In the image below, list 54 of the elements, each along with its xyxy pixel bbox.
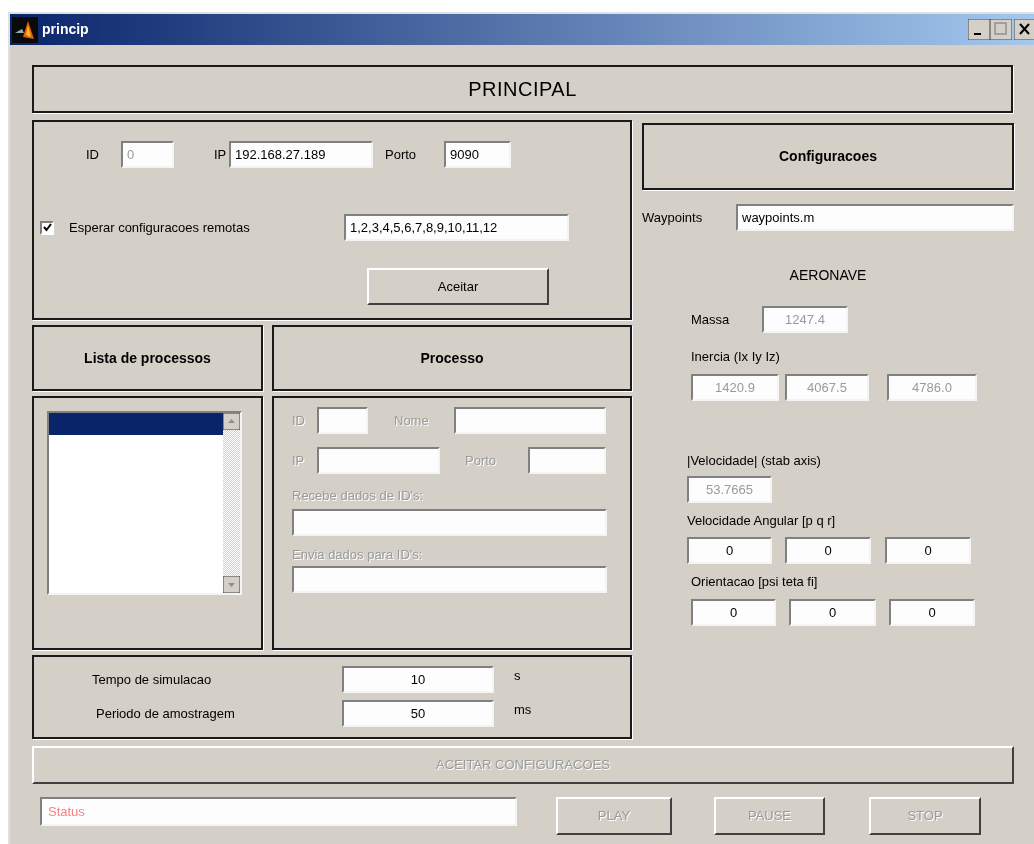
input-field[interactable]: 1,2,3,4,5,6,7,8,9,10,11,12 bbox=[344, 214, 569, 241]
field-label: IP bbox=[292, 451, 306, 470]
field-label: IP bbox=[214, 145, 228, 164]
unit-label: ms bbox=[514, 701, 532, 719]
main-title: PRINCIPAL bbox=[468, 77, 577, 102]
section-title: Configuracoes bbox=[779, 147, 877, 166]
input-field[interactable]: 0 bbox=[691, 599, 776, 626]
field-label: Periodo de amostragem bbox=[95, 704, 236, 723]
scrollbar[interactable] bbox=[223, 413, 240, 593]
input-field[interactable]: 9090 bbox=[444, 141, 511, 168]
receives-field[interactable] bbox=[292, 509, 607, 536]
input-field[interactable]: 0 bbox=[885, 536, 971, 564]
input-field[interactable]: 0 bbox=[687, 536, 772, 564]
ip-field[interactable] bbox=[317, 447, 440, 474]
section-title: Processo bbox=[420, 348, 484, 368]
field-label: Envia dados para ID's: bbox=[292, 547, 423, 562]
app-icon bbox=[12, 16, 38, 43]
field-label: Recebe dados de ID's: bbox=[292, 488, 424, 503]
input-field[interactable]: 0 bbox=[889, 599, 975, 626]
minimize-icon[interactable] bbox=[968, 19, 990, 40]
aircraft-heading: AERONAVE bbox=[789, 266, 867, 285]
close-icon[interactable] bbox=[1014, 19, 1034, 40]
field-label: Porto bbox=[465, 451, 498, 470]
input-field[interactable]: 0 bbox=[789, 599, 876, 626]
accept-button[interactable]: Aceitar bbox=[367, 268, 549, 305]
check-icon bbox=[42, 223, 52, 232]
field-label: Tempo de simulacao bbox=[91, 670, 213, 689]
field-label: Velocidade Angular [p q r] bbox=[687, 512, 837, 530]
sends-field[interactable] bbox=[292, 566, 607, 593]
section-title: Lista de processos bbox=[84, 348, 211, 368]
input-field[interactable]: 192.168.27.189 bbox=[229, 141, 373, 168]
field-label: Inercia (Ix Iy Iz) bbox=[691, 348, 781, 366]
scroll-down-icon[interactable] bbox=[223, 576, 240, 593]
field-label: Waypoints bbox=[642, 208, 704, 227]
input-field[interactable]: 0 bbox=[785, 536, 871, 564]
field-label: ID bbox=[292, 411, 306, 430]
checkbox[interactable] bbox=[40, 220, 54, 235]
input-field[interactable]: waypoints.m bbox=[736, 204, 1014, 231]
field-label: Massa bbox=[691, 310, 731, 329]
input-field[interactable]: 50 bbox=[342, 700, 494, 727]
checkbox-label: Esperar configuracoes remotas bbox=[69, 218, 251, 237]
input-field[interactable]: 10 bbox=[342, 666, 494, 693]
field-label: Porto bbox=[385, 145, 418, 164]
port-field[interactable] bbox=[528, 447, 606, 474]
field-label: ID bbox=[86, 145, 100, 164]
id-field[interactable] bbox=[317, 407, 368, 434]
field-label: Nome bbox=[394, 411, 430, 430]
name-field[interactable] bbox=[454, 407, 606, 434]
field-label: Orientacao [psi teta fi] bbox=[691, 572, 819, 591]
window-title: princip bbox=[42, 20, 89, 39]
field-label: |Velocidade| (stab axis) bbox=[687, 451, 822, 470]
process-listbox[interactable] bbox=[47, 411, 242, 595]
unit-label: s bbox=[514, 667, 521, 685]
scroll-up-icon[interactable] bbox=[223, 413, 240, 430]
